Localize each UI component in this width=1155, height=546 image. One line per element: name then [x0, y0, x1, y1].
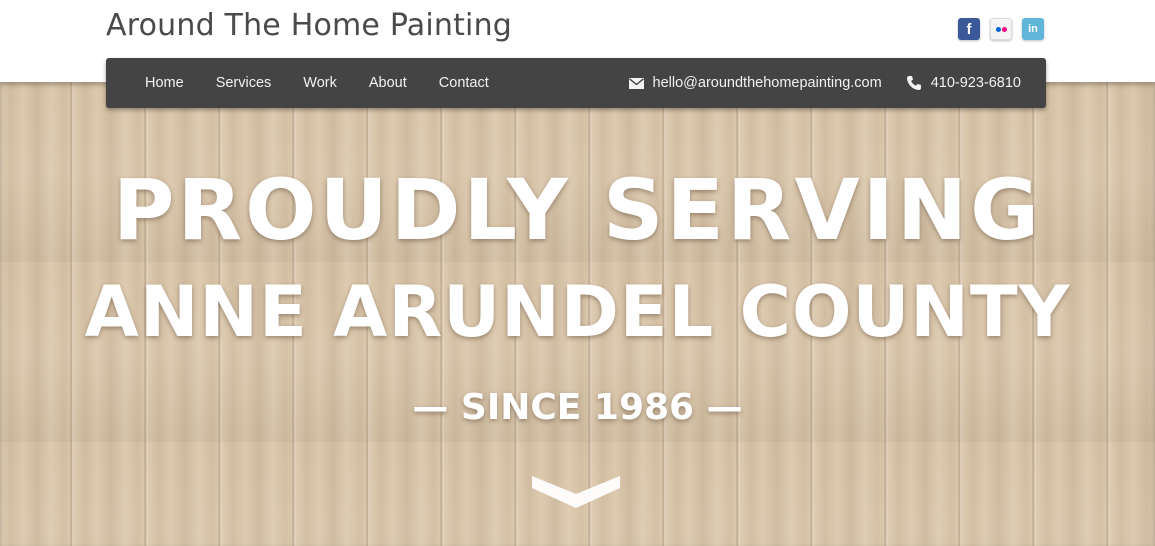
envelope-icon [628, 77, 644, 89]
flickr-blue-dot [995, 26, 1001, 32]
facebook-icon[interactable]: f [958, 18, 980, 40]
contact-info: hello@aroundthehomepainting.com 410-923-… [628, 58, 1021, 108]
nav-item-work[interactable]: Work [303, 75, 337, 91]
hero-banner: PROUDLY SERVING ANNE ARUNDEL COUNTY — SI… [0, 82, 1155, 546]
hero-since-tagline: — SINCE 1986 — [412, 387, 743, 428]
phone-icon [906, 75, 922, 91]
site-title[interactable]: Around The Home Painting [106, 8, 512, 43]
nav-menu: Home Services Work About Contact [145, 58, 521, 108]
phone-number: 410-923-6810 [930, 75, 1021, 91]
main-nav: Home Services Work About Contact hello@a… [106, 58, 1046, 108]
nav-item-about[interactable]: About [369, 75, 407, 91]
linkedin-icon[interactable]: in [1022, 18, 1044, 40]
hero-headline-line1: PROUDLY SERVING [112, 161, 1043, 259]
nav-item-contact[interactable]: Contact [439, 75, 489, 91]
nav-item-services[interactable]: Services [216, 75, 272, 91]
email-address: hello@aroundthehomepainting.com [652, 75, 882, 91]
nav-item-home[interactable]: Home [145, 75, 184, 91]
hero-headline-line2: ANNE ARUNDEL COUNTY [84, 271, 1071, 353]
phone-link[interactable]: 410-923-6810 [906, 75, 1021, 91]
chevron-down-icon[interactable] [530, 472, 622, 512]
page: Around The Home Painting f in Home Servi… [0, 0, 1155, 546]
email-link[interactable]: hello@aroundthehomepainting.com [628, 75, 882, 91]
flickr-pink-dot [1001, 26, 1007, 32]
flickr-icon[interactable] [990, 18, 1012, 40]
social-links: f in [958, 18, 1044, 40]
